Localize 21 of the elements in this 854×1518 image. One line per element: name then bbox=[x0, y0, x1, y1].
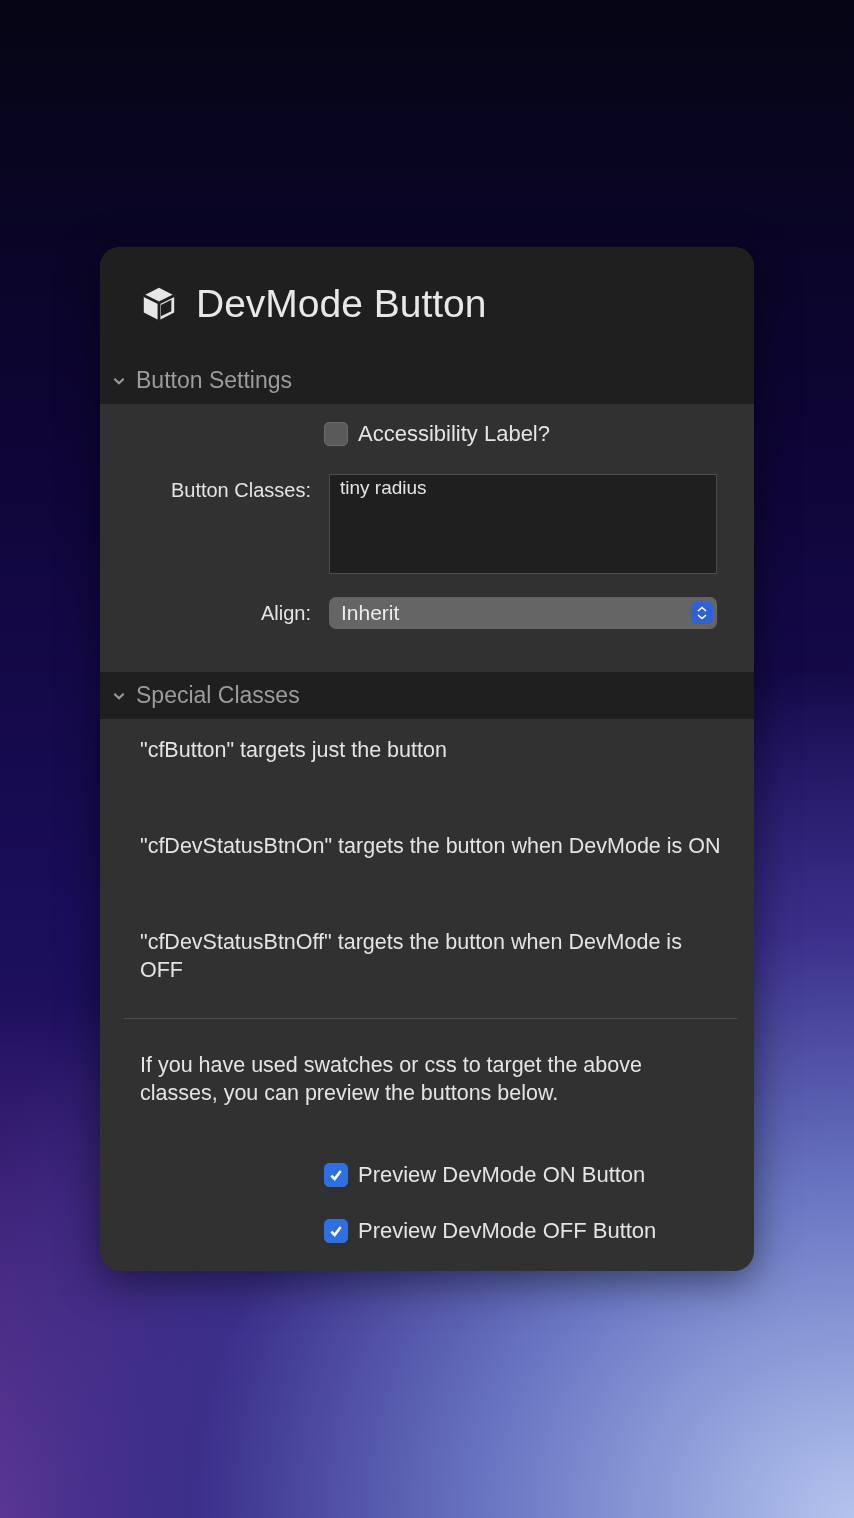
explanation-text: If you have used swatches or css to target the above classes, you can preview the buttons below. bbox=[140, 1052, 643, 1107]
section-header[interactable]: Special Classes bbox=[100, 672, 754, 719]
stepper-icon bbox=[691, 602, 713, 624]
cube-icon bbox=[140, 285, 178, 323]
align-dropdown[interactable]: Inherit bbox=[329, 597, 717, 629]
field-label: Button Classes: bbox=[169, 479, 311, 503]
checkmark-icon bbox=[328, 1223, 344, 1239]
class-note: "cfDevStatusBtnOff" targets the button when DevMode is OFF bbox=[140, 929, 683, 984]
checkbox-label: Preview DevMode OFF Button bbox=[358, 1218, 657, 1244]
checkbox-label: Accessibility Label? bbox=[358, 421, 550, 447]
panel-title: DevMode Button bbox=[196, 282, 487, 326]
checkbox[interactable] bbox=[324, 422, 348, 446]
checkmark-icon bbox=[328, 1167, 344, 1183]
field-label: Align: bbox=[259, 601, 311, 625]
checkbox[interactable] bbox=[324, 1219, 348, 1243]
checkbox[interactable] bbox=[324, 1163, 348, 1187]
class-note: "cfDevStatusBtnOn" targets the button when DevMode is ON bbox=[140, 833, 722, 860]
classes-input-field[interactable]: tiny radius bbox=[329, 474, 717, 574]
section-header[interactable]: Button Settings bbox=[100, 357, 754, 404]
checkbox-label: Preview DevMode ON Button bbox=[358, 1162, 646, 1188]
class-note: "cfButton" targets just the button bbox=[140, 737, 448, 764]
